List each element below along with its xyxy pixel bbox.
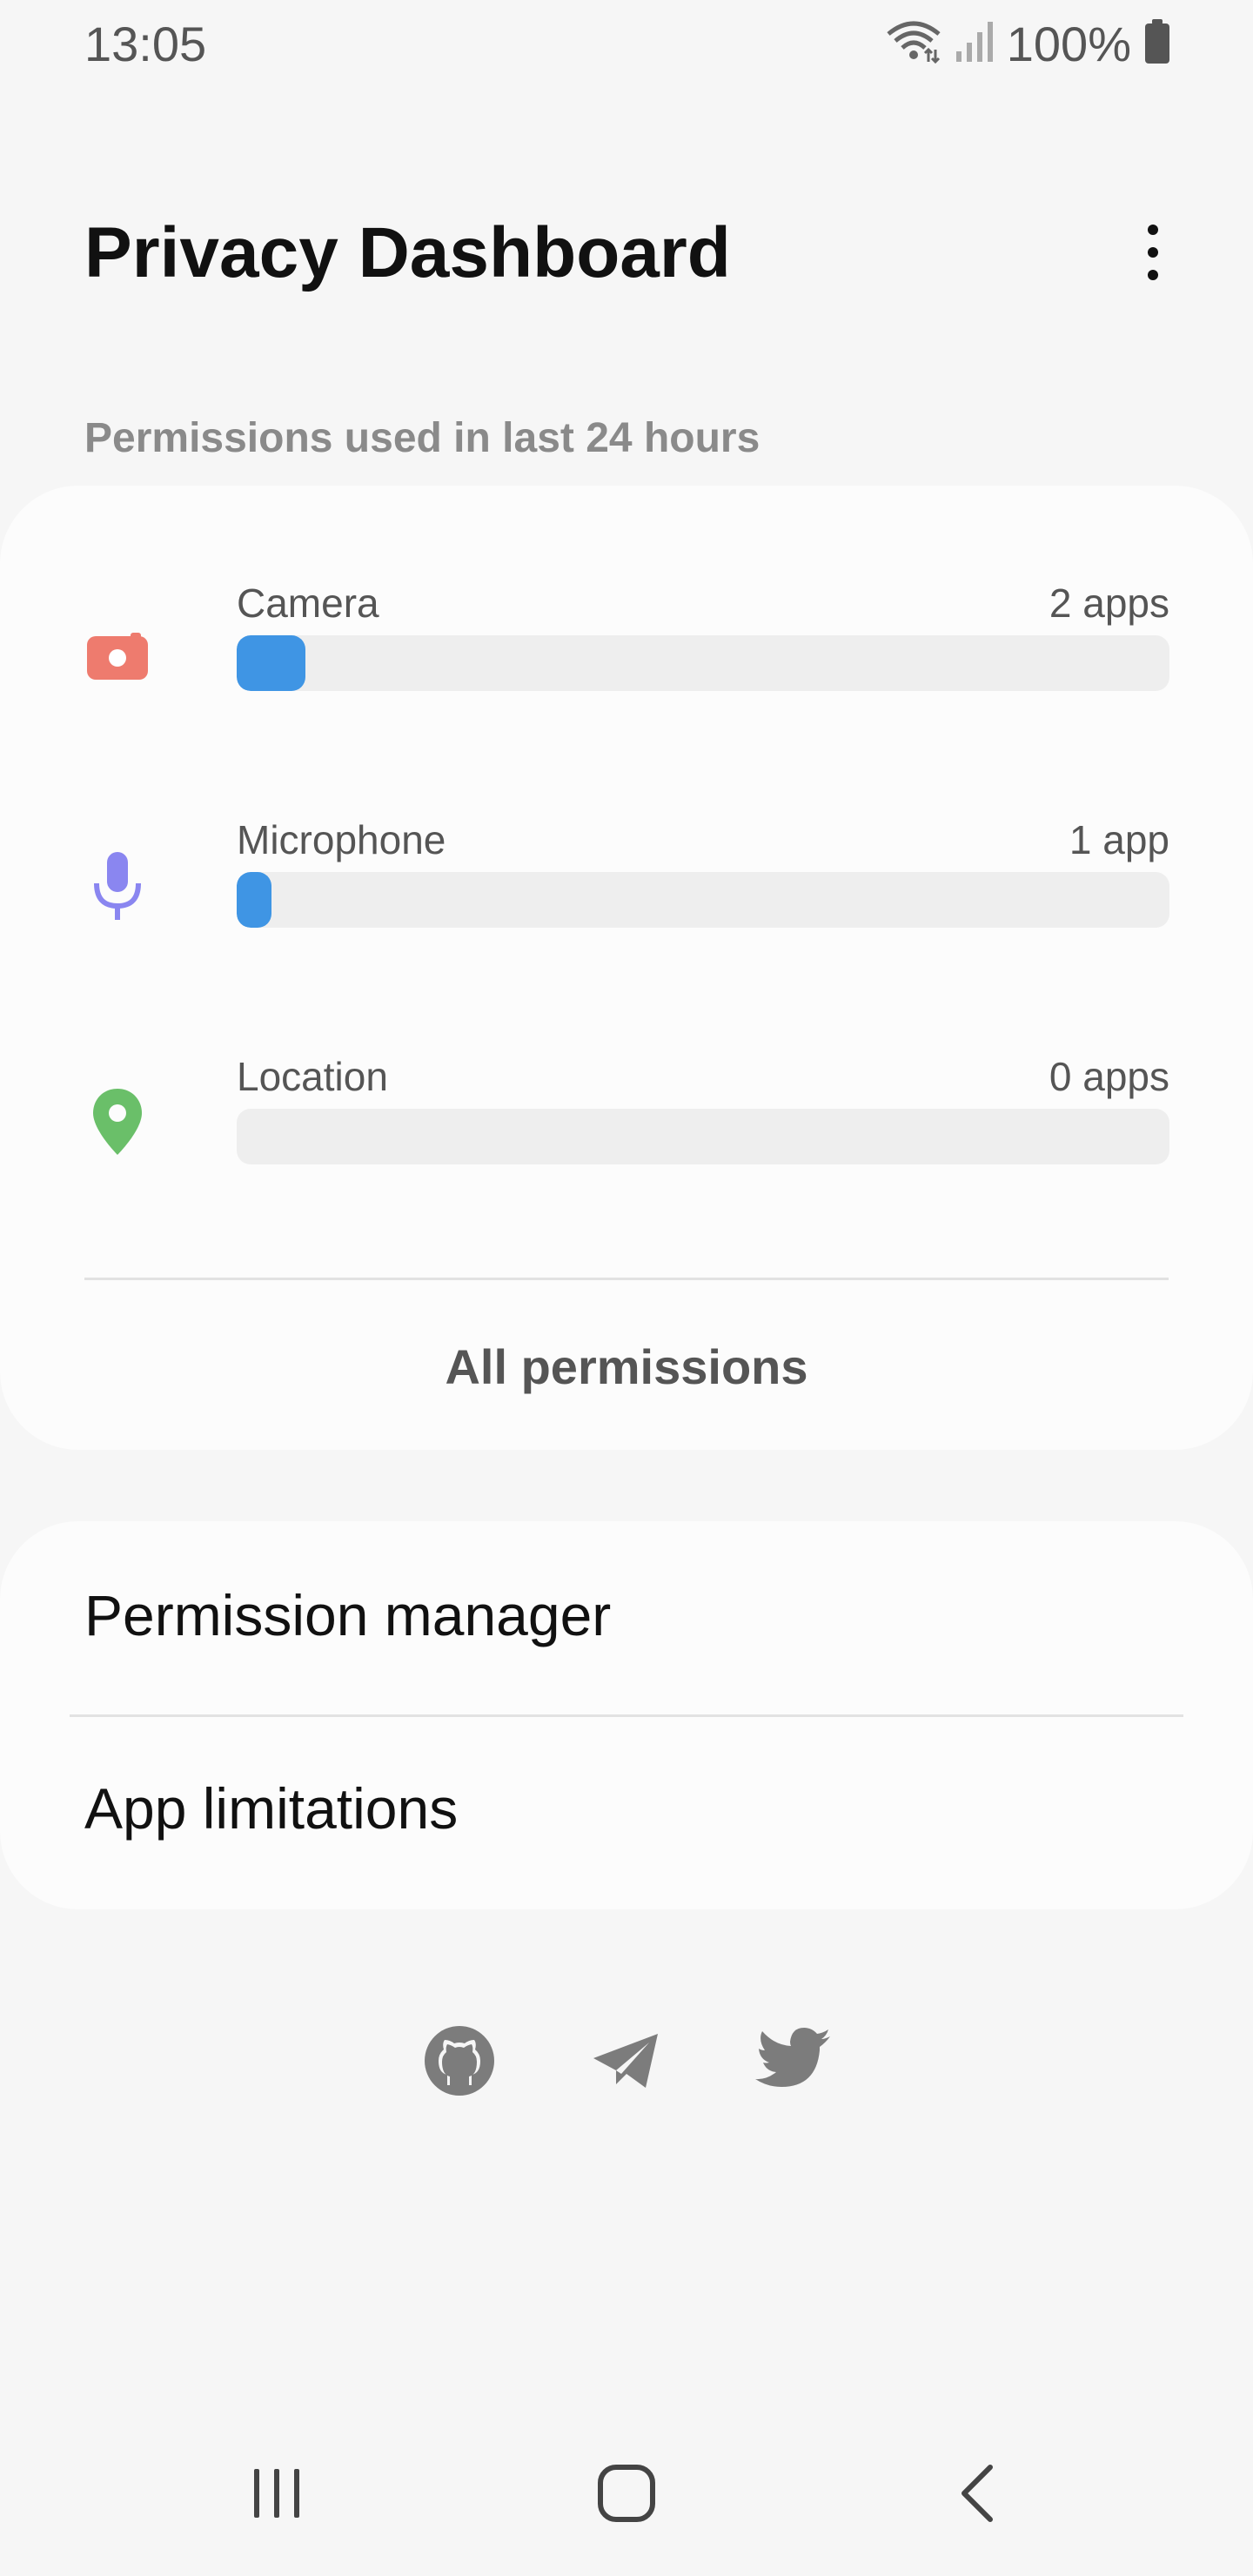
signal-icon: [955, 20, 995, 68]
camera-icon: [85, 625, 150, 689]
section-caption: Permissions used in last 24 hours: [84, 415, 761, 461]
more-vert-icon: [1148, 225, 1158, 235]
permission-count: 1 app: [1069, 817, 1169, 862]
settings-links-card: Permission manager App limitations: [0, 1521, 1253, 1909]
all-permissions-button[interactable]: All permissions: [0, 1338, 1253, 1395]
divider: [70, 1714, 1183, 1717]
battery-icon: [1143, 19, 1171, 69]
permission-label: Camera: [237, 580, 379, 626]
home-icon[interactable]: [574, 2437, 679, 2550]
more-options-button[interactable]: [1131, 209, 1175, 296]
usage-bar-fill: [237, 872, 271, 928]
permission-manager-item[interactable]: Permission manager: [84, 1582, 611, 1648]
social-links: [0, 2019, 1253, 2106]
telegram-icon[interactable]: [585, 2019, 668, 2103]
permission-count: 0 apps: [1049, 1054, 1169, 1099]
back-icon[interactable]: [924, 2437, 1029, 2550]
permission-row-camera[interactable]: Camera 2 apps: [0, 580, 1253, 754]
recents-icon[interactable]: [224, 2437, 329, 2550]
more-vert-icon-dot: [1148, 247, 1158, 258]
github-icon[interactable]: [418, 2019, 501, 2103]
usage-bar-track: [237, 872, 1169, 928]
page-title: Privacy Dashboard: [84, 213, 731, 292]
usage-bar-track: [237, 635, 1169, 691]
status-time: 13:05: [84, 17, 207, 71]
screen: 13:05 100% Privacy Dashboard Permissions…: [0, 0, 1253, 2576]
twitter-icon[interactable]: [752, 2019, 835, 2103]
status-icons: 100%: [885, 16, 1171, 72]
status-bar: 13:05 100%: [0, 0, 1253, 87]
app-limitations-item[interactable]: App limitations: [84, 1775, 458, 1841]
permission-label: Location: [237, 1054, 388, 1099]
usage-bar-fill: [237, 635, 305, 691]
wifi-icon: [885, 20, 942, 68]
battery-percent: 100%: [1006, 17, 1131, 71]
permission-usage-card: Camera 2 apps Microphone 1 app Location …: [0, 486, 1253, 1450]
microphone-icon: [85, 852, 150, 920]
permission-row-microphone[interactable]: Microphone 1 app: [0, 816, 1253, 990]
navigation-bar: [0, 2437, 1253, 2550]
permission-label: Microphone: [237, 817, 446, 862]
more-vert-icon-dot: [1148, 270, 1158, 280]
location-icon: [85, 1089, 150, 1156]
permission-count: 2 apps: [1049, 580, 1169, 626]
divider: [84, 1278, 1169, 1280]
usage-bar-track: [237, 1109, 1169, 1164]
permission-row-location[interactable]: Location 0 apps: [0, 1053, 1253, 1227]
